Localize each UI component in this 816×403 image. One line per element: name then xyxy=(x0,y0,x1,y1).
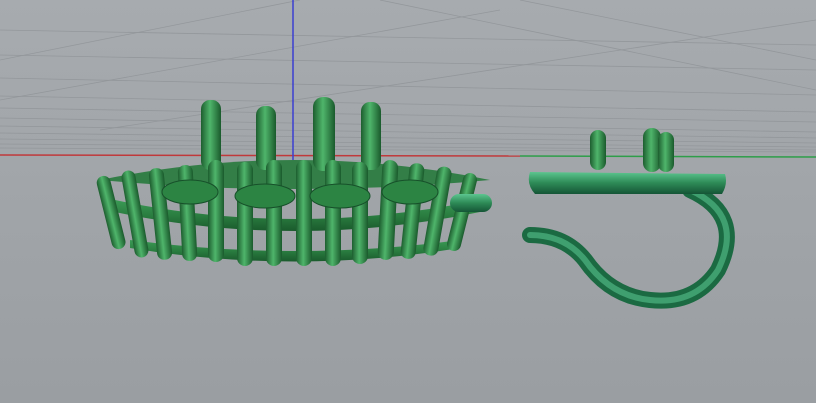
hook-top-bar xyxy=(528,172,726,194)
3d-viewport[interactable] xyxy=(0,0,816,403)
hook-pin-right xyxy=(658,132,674,172)
hook-pin-left xyxy=(590,130,606,170)
viewport-scene[interactable] xyxy=(0,0,816,403)
basket-side-pin xyxy=(450,194,492,212)
